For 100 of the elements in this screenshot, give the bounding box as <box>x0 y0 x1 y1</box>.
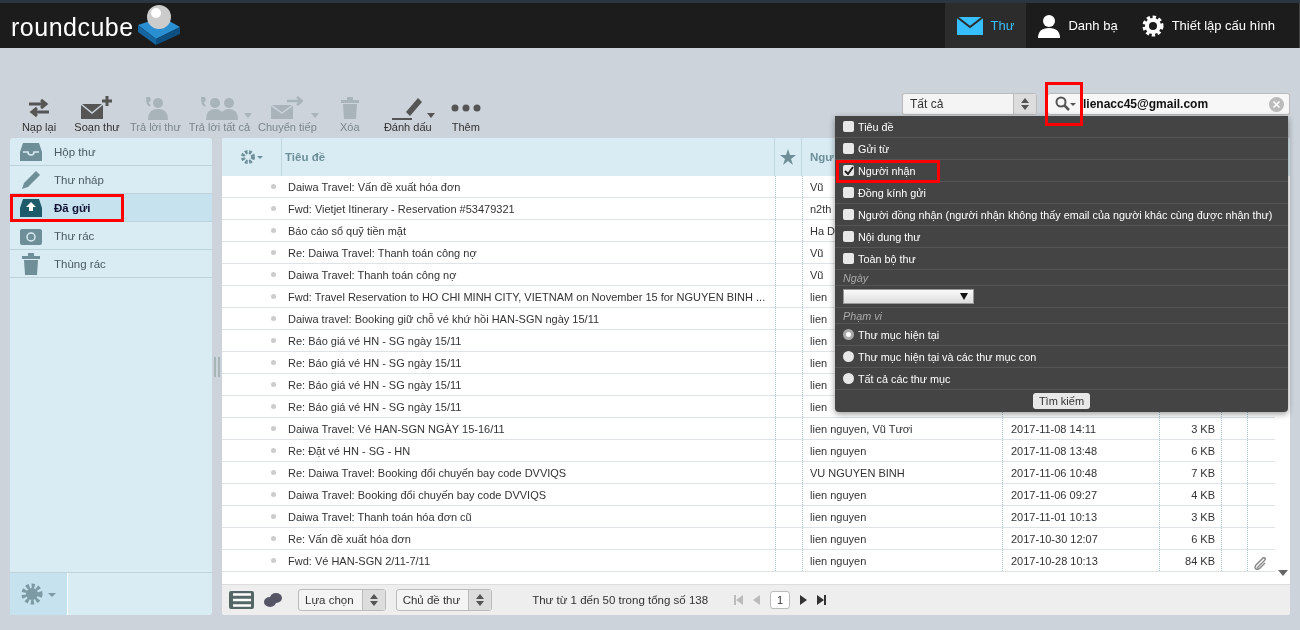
checkmark-icon <box>843 165 854 176</box>
date-select[interactable] <box>843 289 974 304</box>
inbox-tray-icon <box>20 142 42 161</box>
list-options-icon[interactable] <box>239 149 264 165</box>
sender-text: lien nguyen <box>810 488 867 501</box>
sender-text: lien nguyen <box>810 532 867 545</box>
status-dot-icon <box>271 272 276 277</box>
pencil-icon <box>20 168 42 191</box>
subject-text: Daiwa Travel: Booking đổi chuyến bay code DVVIQS <box>288 488 547 501</box>
message-row[interactable]: Re: Vấn đề xuất hóa đơn lien nguyen 2017-10-30 12:07 6 KB <box>222 528 1275 550</box>
sender-text: Vũ <box>810 268 824 281</box>
clear-icon[interactable] <box>1269 96 1284 112</box>
search-option[interactable]: Gửi từ <box>843 142 890 155</box>
threads-select[interactable]: Chủ đề thư <box>395 589 493 611</box>
section-label: Ngày <box>843 271 869 284</box>
sender-text: Vũ <box>810 180 824 193</box>
status-dot-icon <box>271 426 276 431</box>
checkbox[interactable] <box>843 143 854 154</box>
message-row[interactable]: Re: Đặt vé HN - SG - HN lien nguyen 2017-11-08 13:48 6 KB <box>222 440 1275 462</box>
scope-option[interactable]: Thư mục hiện tại và các thư mục con <box>843 350 1037 363</box>
radio-button[interactable] <box>843 373 854 384</box>
list-view-button[interactable] <box>229 591 254 609</box>
folder-item[interactable]: Hộp thư <box>10 138 212 166</box>
status-dot-icon <box>271 404 276 409</box>
message-row[interactable]: Fwd: Vé HAN-SGN 2/11-7/11 lien nguyen 2017-10-28 10:13 84 KB <box>222 550 1275 572</box>
scroll-down-icon[interactable] <box>1277 570 1288 576</box>
search-field[interactable]: lienacc45@gmail.com <box>1047 93 1290 115</box>
sender-text: VU NGUYEN BINH <box>810 466 905 479</box>
radio-button[interactable] <box>843 351 854 362</box>
caret-icon[interactable] <box>426 113 435 118</box>
date-text: 2017-11-01 10:13 <box>1011 510 1098 523</box>
selection-select[interactable]: Lựa chọn <box>298 589 386 611</box>
search-icon <box>1054 96 1077 112</box>
sender-text: Vũ <box>810 246 824 259</box>
page-number-field[interactable]: 1 <box>770 591 791 609</box>
search-option[interactable]: Toàn bộ thư <box>843 252 916 265</box>
sender-text: lien <box>810 378 828 391</box>
subject-text: Re: Vấn đề xuất hóa đơn <box>288 532 411 545</box>
status-dot-icon <box>271 228 276 233</box>
size-text: 7 KB <box>1191 466 1215 479</box>
scope-option[interactable]: Tất cả các thư mục <box>843 372 951 385</box>
search-option[interactable]: Đồng kính gửi <box>843 186 926 199</box>
envelope-icon <box>956 16 983 35</box>
nav-tab[interactable]: Thiết lập cấu hình <box>1129 3 1287 48</box>
sender-text: Ha D <box>810 224 836 237</box>
next-page-icon[interactable] <box>800 595 808 605</box>
folder-settings-button[interactable] <box>10 573 68 615</box>
status-dot-icon <box>271 382 276 387</box>
search-option[interactable]: Người đồng nhận (người nhận không thấy email của người khác cùng được nhận thư) <box>843 208 1273 221</box>
compose-envelope-icon <box>81 96 113 120</box>
message-row[interactable]: Daiwa Travel: Vé HAN-SGN NGÀY 15-16/11 lien nguyen, Vũ Tươi 2017-11-08 14:11 3 KB <box>222 418 1275 440</box>
date-text: 2017-10-30 12:07 <box>1011 532 1098 545</box>
settings-icon <box>20 583 57 605</box>
size-text: 4 KB <box>1191 488 1215 501</box>
status-dot-icon <box>271 536 276 541</box>
checkbox[interactable] <box>843 121 854 132</box>
size-text: 6 KB <box>1191 532 1215 545</box>
star-icon[interactable] <box>780 149 796 165</box>
sender-text: lien <box>810 290 828 303</box>
message-row[interactable]: Daiwa Travel: Thanh toán hóa đơn cũ lien nguyen 2017-11-01 10:13 3 KB <box>222 506 1275 528</box>
sender-text: n2th <box>810 202 832 215</box>
toolbar-button[interactable]: Thêm <box>436 93 495 133</box>
sender-text: lien <box>810 312 828 325</box>
logo-text: roundcube <box>11 13 134 42</box>
date-text: 2017-11-08 14:11 <box>1011 422 1097 435</box>
folder-item[interactable]: Thùng rác <box>10 250 212 278</box>
toolbar-button[interactable]: Đánh dấu <box>378 93 437 133</box>
status-dot-icon <box>271 184 276 189</box>
subject-text: Fwd: Vietjet Itinerary - Reservation #53479321 <box>288 202 515 215</box>
checkbox[interactable] <box>843 231 854 242</box>
message-row[interactable]: Re: Daiwa Travel: Booking đổi chuyến bay code DVVIQS VU NGUYEN BINH 2017-11-06 10:48 7 KB <box>222 462 1275 484</box>
folder-item[interactable]: Đã gửi <box>10 194 212 222</box>
search-option[interactable]: Nội dung thư <box>843 230 921 243</box>
search-button[interactable]: Tìm kiếm <box>1032 393 1091 409</box>
checkbox[interactable] <box>843 187 854 198</box>
nav-tab[interactable]: Thư <box>944 3 1027 48</box>
checkbox[interactable] <box>843 253 854 264</box>
nav-tab[interactable]: Danh bạ <box>1026 3 1130 48</box>
dropdown-arrow-icon <box>960 293 968 300</box>
more-dots-icon <box>450 104 481 112</box>
forward-icon <box>271 96 304 120</box>
filter-select[interactable]: Tất cả <box>902 93 1037 115</box>
search-option[interactable]: Tiêu đề <box>843 120 894 133</box>
radio-button[interactable] <box>843 329 854 340</box>
toolbar-button[interactable]: Nạp lại <box>10 93 68 133</box>
message-row[interactable]: Daiwa Travel: Booking đổi chuyến bay code DVVIQS lien nguyen 2017-11-06 09:27 4 KB <box>222 484 1275 506</box>
status-dot-icon <box>271 338 276 343</box>
checkbox[interactable] <box>843 165 854 176</box>
search-option[interactable]: Người nhận <box>843 164 916 177</box>
checkbox[interactable] <box>843 209 854 220</box>
toolbar-button[interactable]: Soạn thư <box>68 93 126 133</box>
status-dot-icon <box>271 492 276 497</box>
folder-item[interactable]: Thư rác <box>10 222 212 250</box>
subject-text: Re: Báo giá vé HN - SG ngày 15/11 <box>288 378 462 391</box>
last-page-icon[interactable] <box>817 595 827 605</box>
splitter-handle[interactable] <box>214 356 220 377</box>
subject-text: Daiwa Travel: Vấn đề xuất hóa đơn <box>288 180 461 193</box>
scope-option[interactable]: Thư mục hiện tại <box>843 328 940 341</box>
message-count: Thư từ 1 đến 50 trong tổng số 138 <box>532 594 709 606</box>
section-label: Phạm vi <box>843 309 882 322</box>
